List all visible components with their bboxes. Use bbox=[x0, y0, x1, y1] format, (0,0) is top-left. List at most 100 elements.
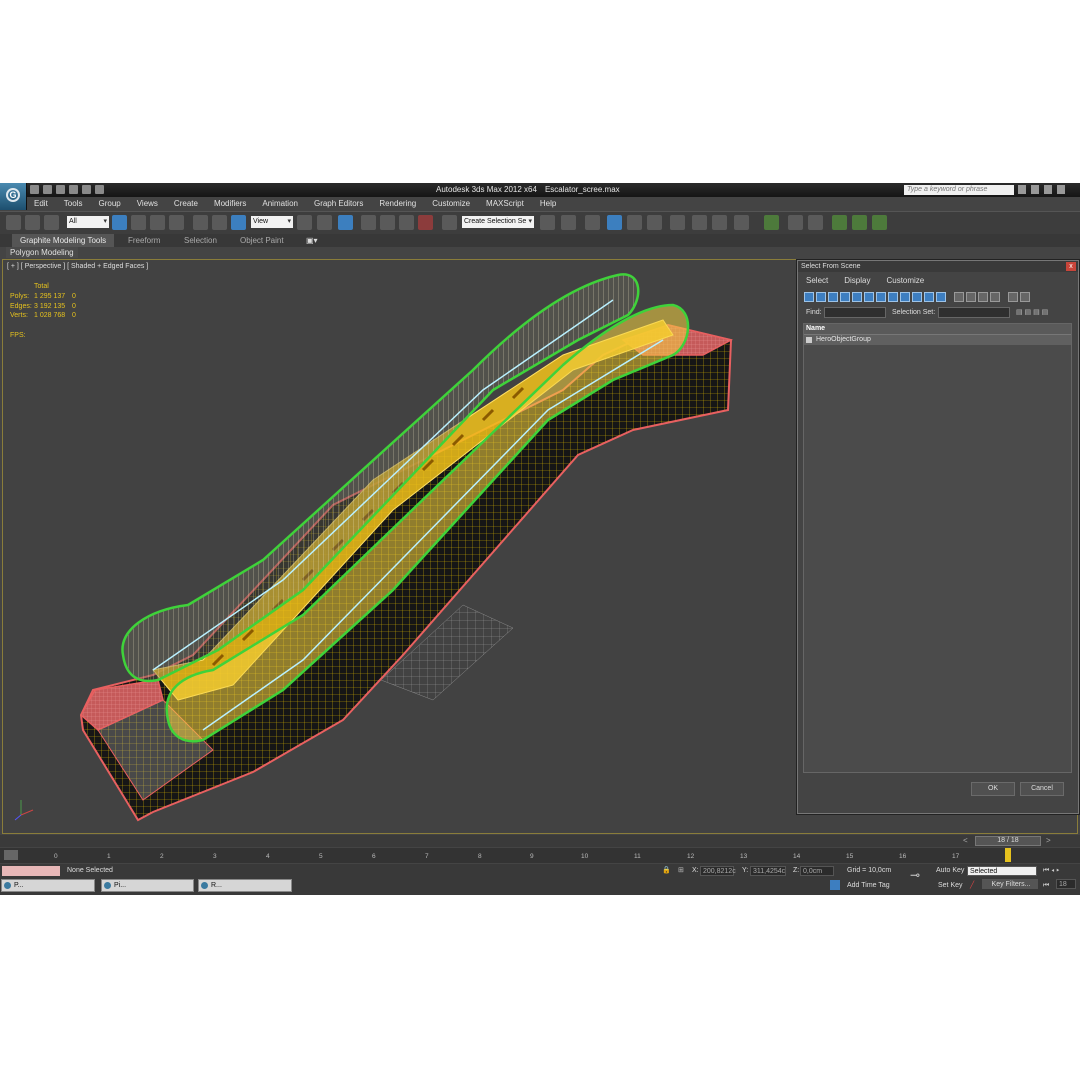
spinner-snap-icon[interactable] bbox=[418, 215, 433, 230]
application-button[interactable]: G bbox=[0, 183, 27, 210]
ok-button[interactable]: OK bbox=[971, 782, 1015, 796]
set-key-icon[interactable]: ╱ bbox=[970, 880, 974, 891]
pivot-center-icon[interactable] bbox=[297, 215, 312, 230]
display-shapes-icon[interactable] bbox=[816, 292, 826, 302]
selection-filter-dropdown[interactable]: All bbox=[67, 216, 109, 228]
filter-icon[interactable] bbox=[1008, 292, 1018, 302]
lock-icon[interactable]: 🔒 bbox=[662, 865, 671, 876]
edit-named-selection-icon[interactable] bbox=[442, 215, 457, 230]
minimized-window-3[interactable]: R... bbox=[198, 879, 292, 892]
window-crossing-icon[interactable] bbox=[169, 215, 184, 230]
display-cameras-icon[interactable] bbox=[840, 292, 850, 302]
reference-coordinate-dropdown[interactable]: View bbox=[251, 216, 293, 228]
cancel-button[interactable]: Cancel bbox=[1020, 782, 1064, 796]
tab-object-paint[interactable]: Object Paint bbox=[240, 234, 284, 247]
link-icon[interactable] bbox=[6, 215, 21, 230]
minimized-window-1[interactable]: P... bbox=[1, 879, 95, 892]
menu-modifiers[interactable]: Modifiers bbox=[206, 198, 254, 210]
tab-selection[interactable]: Selection bbox=[184, 234, 217, 247]
rendered-frame-window-icon[interactable] bbox=[712, 215, 727, 230]
selection-set-dropdown[interactable] bbox=[938, 307, 1010, 318]
keyboard-shortcut-override-icon[interactable] bbox=[338, 215, 353, 230]
layer-manager-icon[interactable] bbox=[585, 215, 600, 230]
set-key-button[interactable]: Set Key bbox=[938, 880, 963, 891]
display-groups-icon[interactable] bbox=[876, 292, 886, 302]
ribbon-options-icon[interactable]: ▣▾ bbox=[306, 234, 318, 247]
menu-edit[interactable]: Edit bbox=[26, 198, 56, 210]
display-xrefs-icon[interactable] bbox=[888, 292, 898, 302]
y-coordinate-field[interactable]: 311,4254c bbox=[750, 866, 786, 876]
tab-graphite-modeling-tools[interactable]: Graphite Modeling Tools bbox=[12, 234, 115, 247]
display-helpers-icon[interactable] bbox=[852, 292, 862, 302]
select-object-icon[interactable] bbox=[112, 215, 127, 230]
dialog-menu-select[interactable]: Select bbox=[798, 275, 836, 287]
select-scale-icon[interactable] bbox=[231, 215, 246, 230]
add-time-tag[interactable]: Add Time Tag bbox=[847, 880, 890, 891]
angle-snap-icon[interactable] bbox=[380, 215, 395, 230]
snaps-toggle-icon[interactable] bbox=[361, 215, 376, 230]
absolute-mode-icon[interactable]: ⊞ bbox=[678, 865, 684, 876]
save-file-icon[interactable] bbox=[56, 185, 65, 194]
polygon-modeling-panel[interactable]: Polygon Modeling bbox=[6, 247, 78, 258]
display-invert-icon[interactable] bbox=[978, 292, 988, 302]
star-icon[interactable] bbox=[1031, 185, 1039, 194]
binoculars-icon[interactable] bbox=[1018, 185, 1026, 194]
mini-curve-editor-icon[interactable] bbox=[4, 850, 18, 860]
auto-key-button[interactable]: Auto Key bbox=[936, 865, 964, 876]
display-lights-icon[interactable] bbox=[828, 292, 838, 302]
sort-icon[interactable] bbox=[1020, 292, 1030, 302]
column-header-name[interactable]: Name bbox=[804, 324, 1071, 335]
render-production-icon[interactable] bbox=[734, 215, 749, 230]
plugin-icon-1[interactable] bbox=[764, 215, 779, 230]
goto-start-icon[interactable]: ⏮ bbox=[1043, 880, 1049, 891]
plugin-icon-6[interactable] bbox=[872, 215, 887, 230]
unlink-icon[interactable] bbox=[25, 215, 40, 230]
percent-snap-icon[interactable] bbox=[399, 215, 414, 230]
menu-animation[interactable]: Animation bbox=[254, 198, 306, 210]
current-frame-field[interactable]: 18 bbox=[1056, 879, 1076, 889]
plugin-icon-3[interactable] bbox=[808, 215, 823, 230]
display-children-icon[interactable] bbox=[990, 292, 1000, 302]
bind-space-warp-icon[interactable] bbox=[44, 215, 59, 230]
curve-editor-icon[interactable] bbox=[627, 215, 642, 230]
plugin-icon-2[interactable] bbox=[788, 215, 803, 230]
display-space-warps-icon[interactable] bbox=[864, 292, 874, 302]
dialog-menu-customize[interactable]: Customize bbox=[878, 275, 932, 287]
maxscript-listener-box[interactable] bbox=[2, 866, 60, 876]
key-mode-dropdown[interactable]: Selected bbox=[967, 866, 1037, 876]
time-slider-left-arrow[interactable]: < bbox=[963, 836, 968, 845]
plugin-icon-4[interactable] bbox=[832, 215, 847, 230]
display-geometry-icon[interactable] bbox=[804, 292, 814, 302]
open-file-icon[interactable] bbox=[43, 185, 52, 194]
menu-graph-editors[interactable]: Graph Editors bbox=[306, 198, 371, 210]
time-tag-icon[interactable] bbox=[830, 880, 840, 890]
help-icon[interactable] bbox=[1044, 185, 1052, 194]
undo-icon[interactable] bbox=[69, 185, 78, 194]
display-frozen-icon[interactable] bbox=[924, 292, 934, 302]
display-hidden-icon[interactable] bbox=[936, 292, 946, 302]
schematic-view-icon[interactable] bbox=[647, 215, 662, 230]
menu-rendering[interactable]: Rendering bbox=[371, 198, 424, 210]
redo-icon[interactable] bbox=[82, 185, 91, 194]
time-slider-thumb[interactable]: 18 / 18 bbox=[975, 836, 1041, 846]
dialog-menu-display[interactable]: Display bbox=[836, 275, 878, 287]
select-by-name-icon[interactable] bbox=[131, 215, 146, 230]
display-bones-icon[interactable] bbox=[900, 292, 910, 302]
settings-icon[interactable] bbox=[1057, 185, 1065, 194]
project-folder-icon[interactable] bbox=[95, 185, 104, 194]
tab-freeform[interactable]: Freeform bbox=[128, 234, 160, 247]
material-editor-icon[interactable] bbox=[670, 215, 685, 230]
minimized-window-2[interactable]: Pi... bbox=[101, 879, 194, 892]
time-slider-right-arrow[interactable]: > bbox=[1046, 836, 1051, 845]
key-icon[interactable]: ⊸ bbox=[910, 869, 920, 881]
align-icon[interactable] bbox=[561, 215, 576, 230]
time-slider[interactable]: < 18 / 18 > bbox=[0, 835, 1080, 847]
new-file-icon[interactable] bbox=[30, 185, 39, 194]
select-rotate-icon[interactable] bbox=[212, 215, 227, 230]
select-move-icon[interactable] bbox=[193, 215, 208, 230]
plugin-icon-5[interactable] bbox=[852, 215, 867, 230]
menu-group[interactable]: Group bbox=[90, 198, 128, 210]
menu-views[interactable]: Views bbox=[129, 198, 166, 210]
display-none-icon[interactable] bbox=[966, 292, 976, 302]
keyword-search-input[interactable]: Type a keyword or phrase bbox=[904, 185, 1014, 195]
